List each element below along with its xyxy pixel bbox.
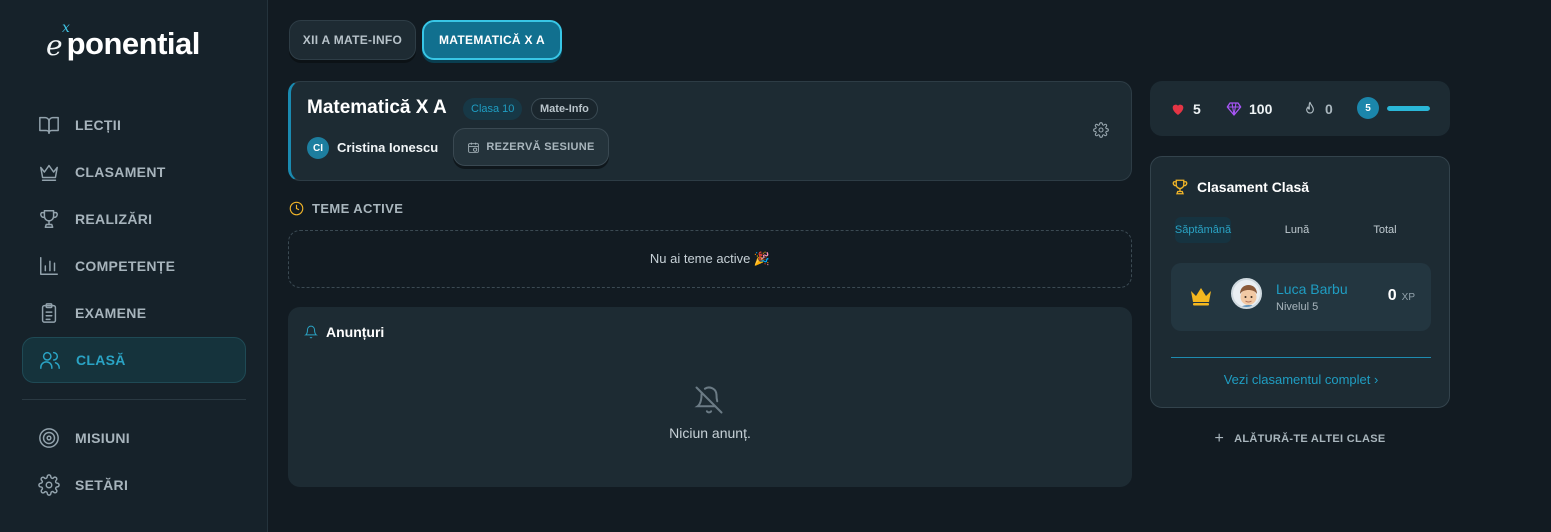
bell-icon bbox=[304, 325, 318, 339]
leaderboard-title: Clasament Clasă bbox=[1197, 179, 1310, 195]
hearts-stat[interactable]: 5 bbox=[1170, 81, 1201, 136]
leaderboard-divider bbox=[1171, 357, 1431, 358]
view-full-leaderboard-link[interactable]: Vezi clasamentul complet › bbox=[1151, 372, 1451, 387]
grade-badge: Clasa 10 bbox=[463, 98, 523, 120]
announcements-header: Anunțuri bbox=[304, 324, 384, 340]
sidebar-item-label: REALIZĂRI bbox=[75, 211, 153, 227]
sidebar-item-competente[interactable]: COMPETENȚE bbox=[22, 243, 246, 289]
period-tab-total[interactable]: Total bbox=[1357, 217, 1413, 243]
book-icon bbox=[39, 116, 59, 134]
flame-icon bbox=[1306, 101, 1314, 114]
target-icon bbox=[39, 428, 59, 448]
level-progress-bar bbox=[1387, 106, 1430, 111]
gems-count: 100 bbox=[1249, 100, 1273, 117]
gear-icon bbox=[38, 474, 60, 496]
tab-xii-a-mate-info[interactable]: XII A MATE-INFO bbox=[289, 20, 416, 60]
leader-xp-value: 0 bbox=[1387, 287, 1397, 304]
crown-icon bbox=[40, 164, 58, 181]
sidebar-item-label: SETĂRI bbox=[75, 477, 129, 493]
teacher-name: Cristina Ionescu bbox=[337, 140, 439, 155]
sidebar-item-misiuni[interactable]: MISIUNI bbox=[22, 415, 246, 461]
leader-level: Nivelul 5 bbox=[1276, 301, 1319, 313]
plus-icon: + bbox=[1214, 430, 1225, 447]
profile-badge: Mate-Info bbox=[531, 98, 598, 120]
class-leaderboard-card: Clasament Clasă Săptămână Lună Total Luc… bbox=[1150, 156, 1450, 408]
leader-xp: 0 XP bbox=[1388, 287, 1415, 305]
class-settings-button[interactable] bbox=[1093, 122, 1109, 138]
gem-icon bbox=[1226, 101, 1242, 116]
class-title: Matematică X A bbox=[307, 97, 447, 118]
bell-off-icon bbox=[694, 385, 724, 415]
sidebar-item-label: CLASĂ bbox=[76, 352, 126, 368]
streak-stat[interactable]: 0 bbox=[1302, 81, 1333, 136]
trophy-icon bbox=[40, 210, 58, 228]
announcements-title: Anunțuri bbox=[326, 324, 385, 340]
sidebar-item-lectii[interactable]: LECȚII bbox=[22, 102, 246, 148]
join-class-button[interactable]: + ALĂTURĂ-TE ALTEI CLASE bbox=[1150, 430, 1450, 448]
period-tab-week[interactable]: Săptămână bbox=[1175, 217, 1231, 243]
sidebar-item-setari[interactable]: SETĂRI bbox=[22, 462, 246, 508]
homework-title: TEME ACTIVE bbox=[312, 201, 404, 216]
sidebar-item-label: EXAMENE bbox=[75, 305, 147, 321]
sidebar-item-clasament[interactable]: CLASAMENT bbox=[22, 149, 246, 195]
announcements-card: Anunțuri Niciun anunț. bbox=[288, 307, 1132, 487]
users-icon bbox=[40, 351, 60, 369]
streak-count: 0 bbox=[1325, 100, 1333, 117]
leaderboard-header: Clasament Clasă bbox=[1171, 178, 1309, 196]
sidebar: e x ponential LECȚII CLASAMENT REALIZĂRI… bbox=[0, 0, 268, 532]
sidebar-item-label: CLASAMENT bbox=[75, 164, 166, 180]
book-session-label: REZERVĂ SESIUNE bbox=[486, 141, 595, 153]
announcements-empty-text: Niciun anunț. bbox=[669, 425, 751, 441]
bar-chart-icon bbox=[40, 257, 58, 275]
sidebar-item-clasa[interactable]: CLASĂ bbox=[22, 337, 246, 383]
crown-icon bbox=[1191, 288, 1211, 306]
homework-section-title: TEME ACTIVE bbox=[289, 201, 403, 216]
hearts-count: 5 bbox=[1193, 100, 1201, 117]
avatar bbox=[1231, 278, 1262, 309]
leader-name: Luca Barbu bbox=[1276, 281, 1348, 297]
class-card: Matematică X A Clasa 10 Mate-Info CI Cri… bbox=[288, 81, 1132, 181]
clock-icon bbox=[289, 201, 304, 216]
sidebar-item-label: MISIUNI bbox=[75, 430, 130, 446]
sidebar-item-realizari[interactable]: REALIZĂRI bbox=[22, 196, 246, 242]
gear-icon bbox=[1093, 122, 1109, 138]
teacher-avatar: CI bbox=[307, 137, 329, 159]
period-tab-month[interactable]: Lună bbox=[1269, 217, 1325, 243]
sidebar-item-label: LECȚII bbox=[75, 117, 122, 133]
heart-icon bbox=[1172, 104, 1184, 115]
leader-xp-unit: XP bbox=[1401, 292, 1415, 303]
tab-matematica-x-a[interactable]: MATEMATICĂ X A bbox=[422, 20, 562, 60]
level-progress-fill bbox=[1387, 106, 1430, 111]
leaderboard-row[interactable]: Luca Barbu Nivelul 5 0 XP bbox=[1171, 263, 1431, 331]
sidebar-item-examene[interactable]: EXAMENE bbox=[22, 290, 246, 336]
homework-empty-state: Nu ai teme active 🎉 bbox=[288, 230, 1132, 288]
join-class-label: ALĂTURĂ-TE ALTEI CLASE bbox=[1234, 433, 1386, 445]
logo-text: ponential bbox=[66, 26, 201, 61]
trophy-icon bbox=[1172, 179, 1188, 195]
sidebar-divider bbox=[22, 399, 246, 400]
calendar-clock-icon bbox=[468, 142, 480, 153]
level-badge: 5 bbox=[1357, 97, 1379, 119]
stats-bar: 5 100 0 5 bbox=[1150, 81, 1450, 136]
gems-stat[interactable]: 100 bbox=[1226, 81, 1272, 136]
app-logo[interactable]: e x ponential bbox=[46, 20, 201, 62]
sidebar-item-label: COMPETENȚE bbox=[75, 258, 176, 274]
clipboard-icon bbox=[41, 303, 57, 323]
logo-e: e bbox=[46, 29, 63, 62]
book-session-button[interactable]: REZERVĂ SESIUNE bbox=[453, 128, 609, 166]
logo-x: x bbox=[62, 20, 70, 36]
